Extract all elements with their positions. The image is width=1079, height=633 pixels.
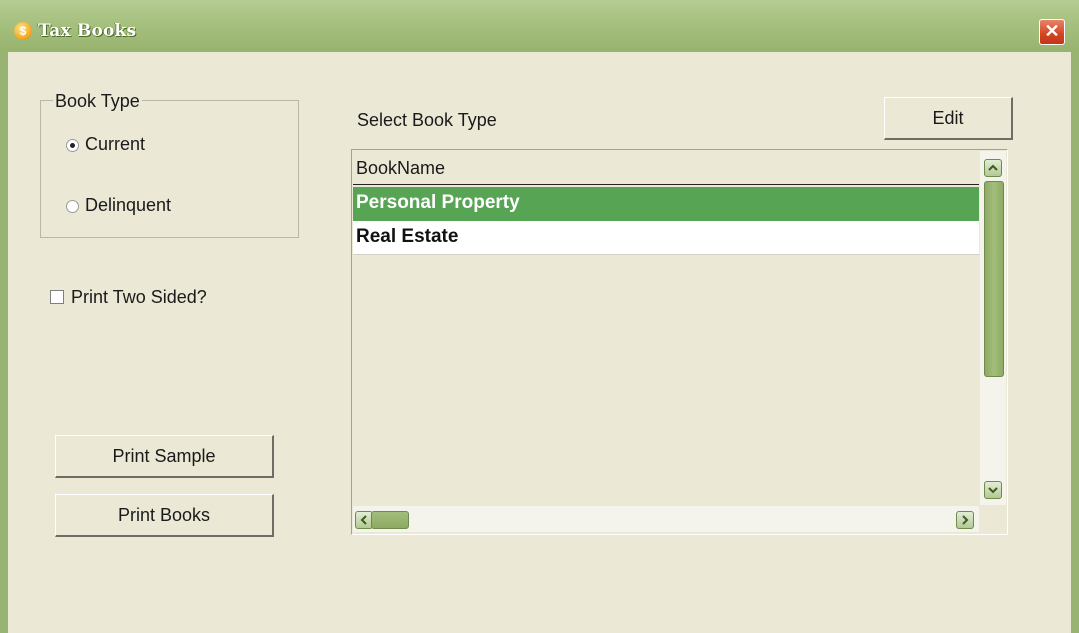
scrollbar-corner xyxy=(980,506,1006,532)
list-item[interactable]: Real Estate xyxy=(353,221,979,255)
bookname-column-header[interactable]: BookName xyxy=(353,151,979,185)
book-type-group: Book Type xyxy=(40,91,299,238)
scroll-down-button[interactable] xyxy=(984,481,1002,499)
delinquent-radio-label[interactable]: Delinquent xyxy=(85,195,171,216)
list-item[interactable]: Personal Property xyxy=(353,187,979,221)
window-title: Tax Books xyxy=(38,21,137,41)
scroll-up-button[interactable] xyxy=(984,159,1002,177)
print-books-button[interactable]: Print Books xyxy=(55,494,274,537)
print-two-sided-checkbox[interactable] xyxy=(50,290,64,304)
coin-icon: $ xyxy=(14,22,32,40)
print-sample-button[interactable]: Print Sample xyxy=(55,435,274,478)
print-two-sided-label[interactable]: Print Two Sided? xyxy=(71,287,207,308)
current-radio[interactable] xyxy=(66,139,79,152)
chevron-up-icon xyxy=(988,164,998,171)
chevron-down-icon xyxy=(988,487,998,494)
chevron-left-icon xyxy=(360,515,367,525)
delinquent-radio[interactable] xyxy=(66,200,79,213)
tax-books-window: $ Tax Books ✕ Book Type Current Delinque… xyxy=(0,0,1079,633)
scroll-right-button[interactable] xyxy=(956,511,974,529)
book-list[interactable]: BookName Personal Property Real Estate xyxy=(351,149,1008,535)
vertical-scroll-thumb[interactable] xyxy=(984,181,1004,377)
select-book-type-label: Select Book Type xyxy=(357,110,497,130)
close-button[interactable]: ✕ xyxy=(1039,19,1065,45)
current-radio-label[interactable]: Current xyxy=(85,134,145,155)
title-bar[interactable]: $ Tax Books ✕ xyxy=(0,0,1079,52)
edit-button[interactable]: Edit xyxy=(884,97,1013,140)
chevron-right-icon xyxy=(962,515,969,525)
horizontal-scroll-thumb[interactable] xyxy=(371,511,409,529)
book-type-legend: Book Type xyxy=(53,91,142,112)
horizontal-scrollbar[interactable] xyxy=(353,506,979,532)
